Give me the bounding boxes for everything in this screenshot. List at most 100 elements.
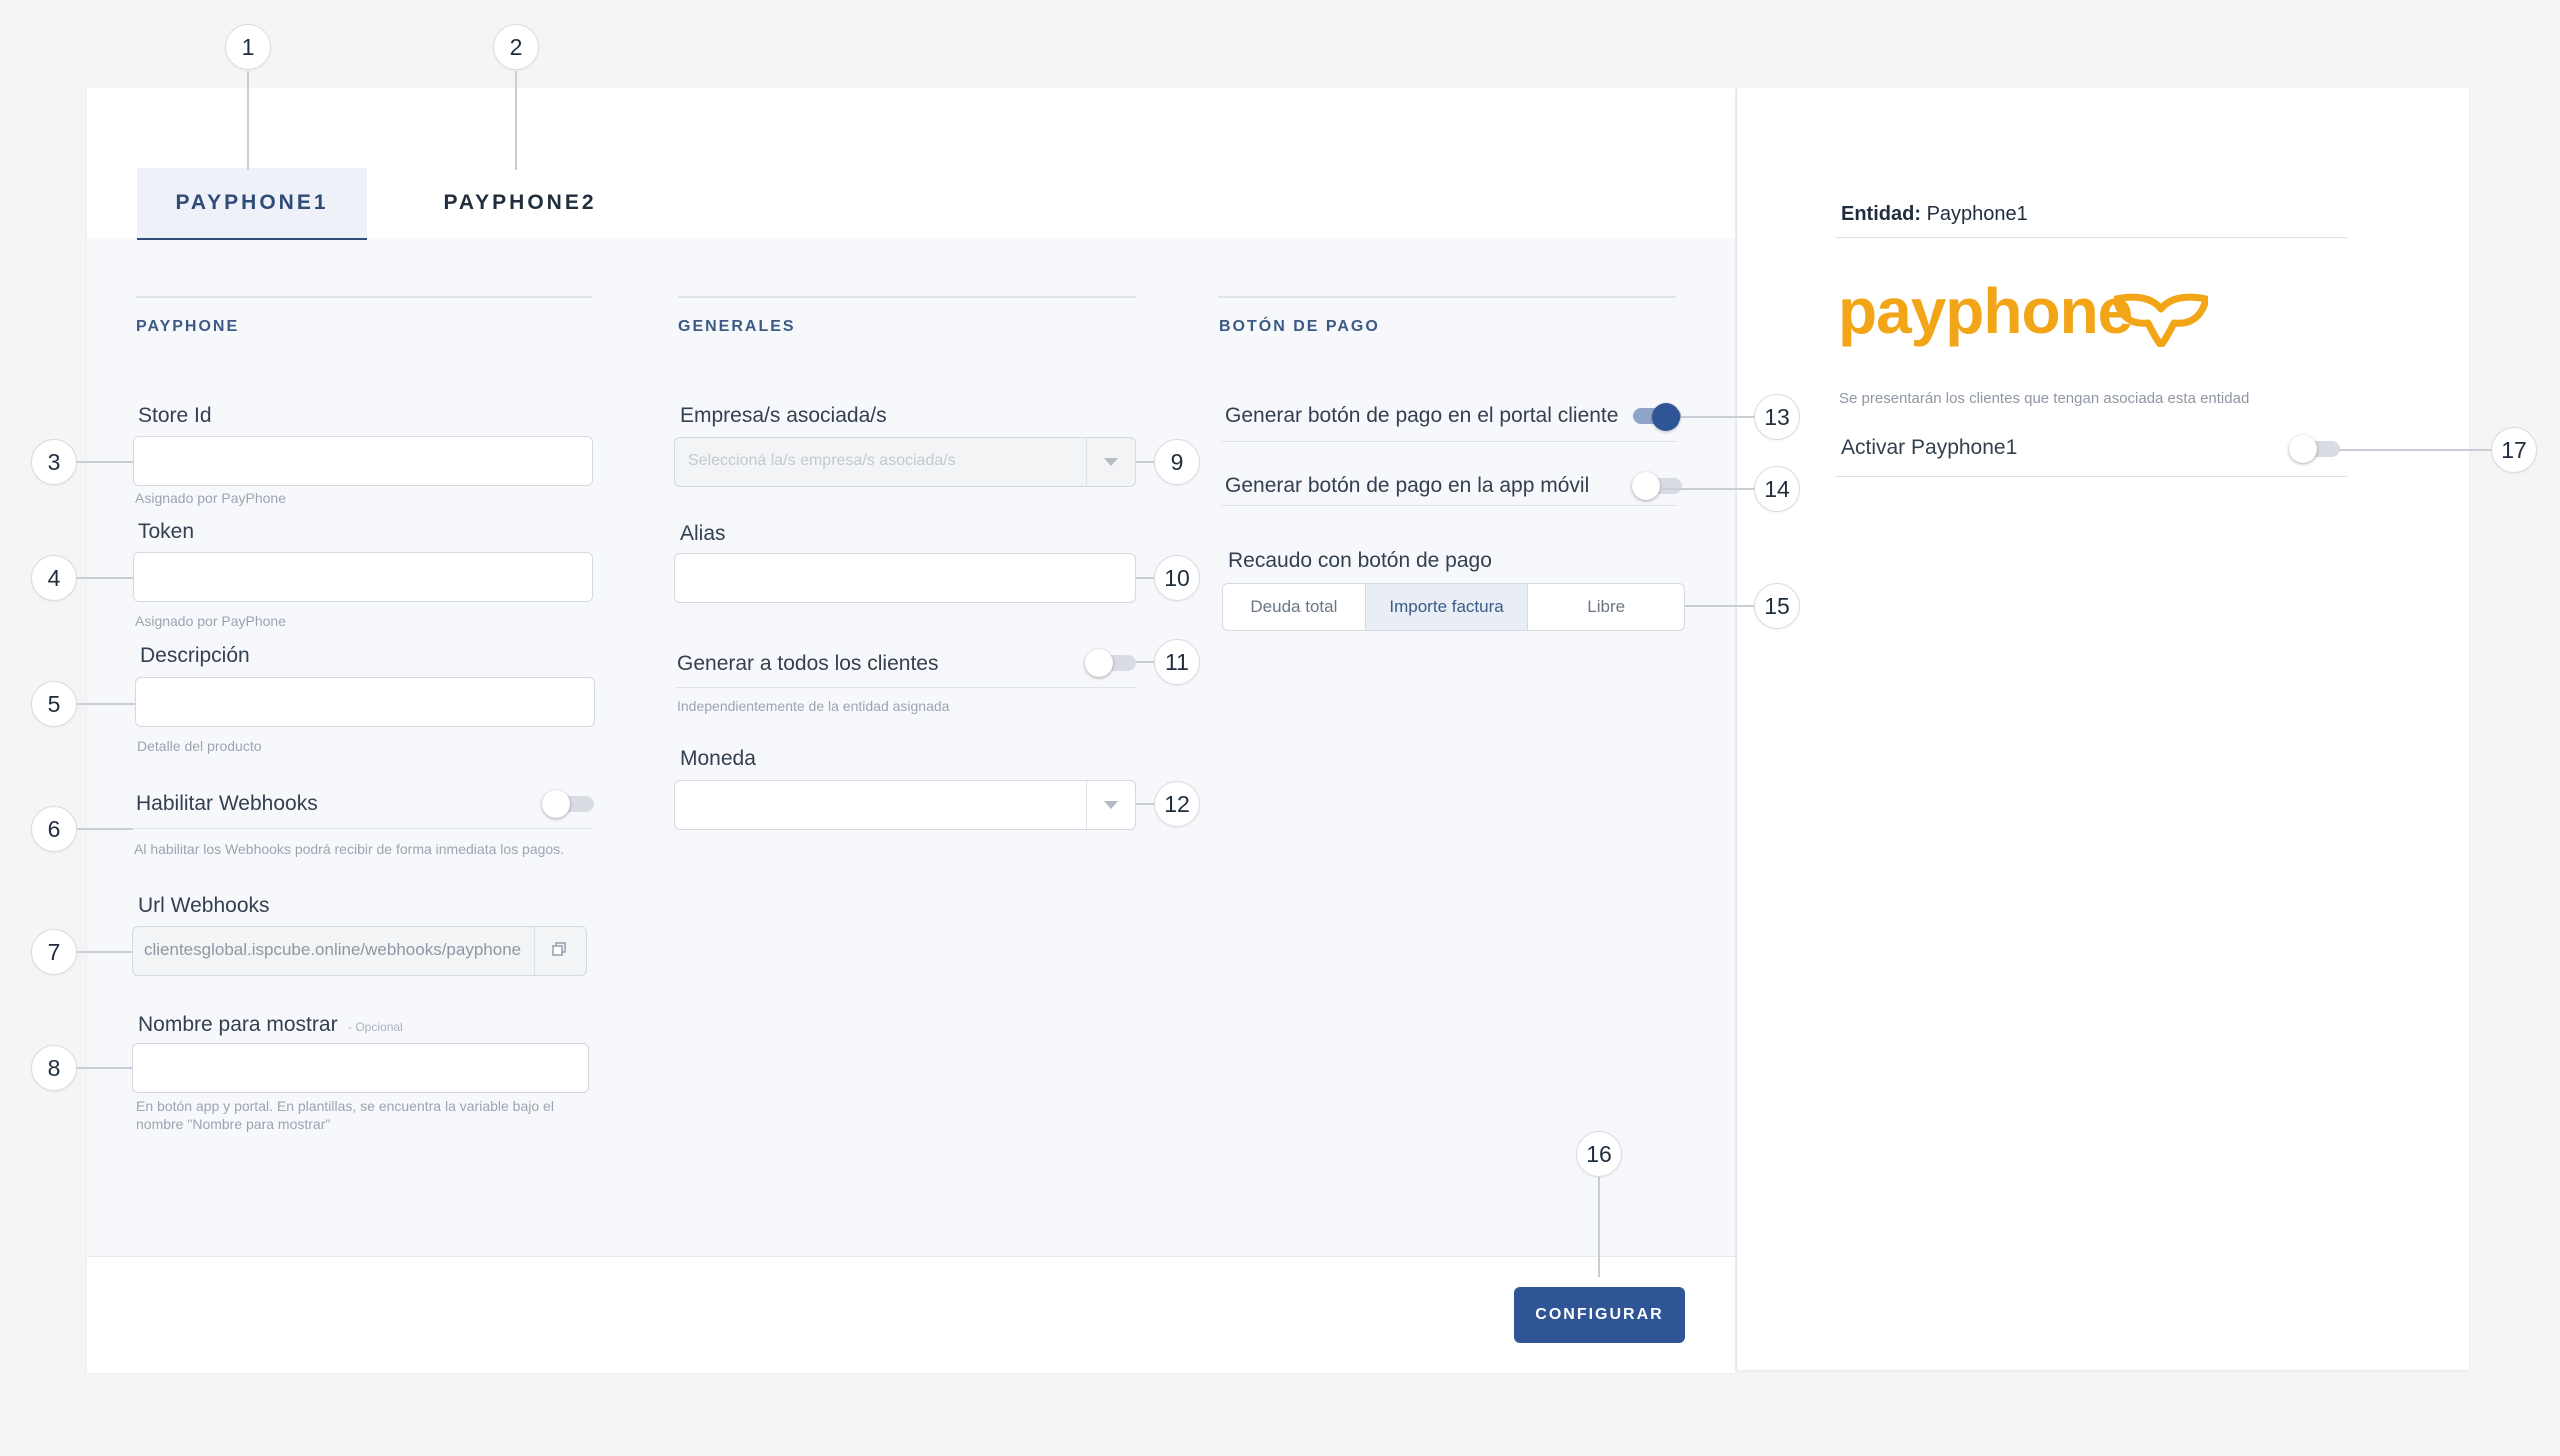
divider <box>1086 781 1087 829</box>
callout-line <box>75 828 133 830</box>
portal-cliente-toggle-knob[interactable] <box>1652 403 1680 431</box>
entidad-line: Entidad: Payphone1 <box>1841 203 2028 226</box>
webhooks-toggle-knob[interactable] <box>542 790 570 818</box>
divider <box>1835 237 2347 238</box>
callout-line <box>247 71 249 170</box>
footer-bar <box>87 1256 1735 1373</box>
callout-line <box>75 703 135 705</box>
callout-7: 7 <box>31 929 77 975</box>
store-id-help: Asignado por PayPhone <box>135 490 286 506</box>
callout-line <box>75 1067 132 1069</box>
url-webhooks-label: Url Webhooks <box>138 894 270 917</box>
callout-line <box>75 461 133 463</box>
store-id-label: Store Id <box>138 404 212 427</box>
callout-line <box>75 577 133 579</box>
callout-17: 17 <box>2491 427 2537 473</box>
empresas-placeholder: Seleccioná la/s empresa/s asociada/s <box>688 452 956 469</box>
callout-line <box>1136 577 1156 579</box>
recaudo-label: Recaudo con botón de pago <box>1228 549 1492 572</box>
callout-15: 15 <box>1754 583 1800 629</box>
divider <box>1086 438 1087 486</box>
token-help: Asignado por PayPhone <box>135 613 286 629</box>
webhooks-label: Habilitar Webhooks <box>136 792 318 815</box>
configurar-button[interactable]: CONFIGURAR <box>1514 1287 1685 1343</box>
optional-tag: - Opcional <box>348 1020 403 1034</box>
webhooks-help: Al habilitar los Webhooks podrá recibir … <box>134 841 565 857</box>
descripcion-label: Descripción <box>140 644 250 667</box>
callout-16: 16 <box>1576 1131 1622 1177</box>
callout-line <box>1136 803 1156 805</box>
generar-todos-toggle-knob[interactable] <box>1085 649 1113 677</box>
nombre-mostrar-input[interactable] <box>132 1043 589 1093</box>
divider <box>133 828 593 829</box>
callout-3: 3 <box>31 439 77 485</box>
section-divider <box>136 296 592 298</box>
divider <box>675 687 1136 688</box>
nombre-mostrar-help: En botón app y portal. En plantillas, se… <box>136 1098 554 1132</box>
entidad-label: Entidad: <box>1841 203 1921 225</box>
moneda-label: Moneda <box>680 747 756 770</box>
callout-line <box>75 951 132 953</box>
callout-line <box>2339 449 2493 451</box>
generar-todos-help: Independientemente de la entidad asignad… <box>677 698 950 714</box>
nombre-mostrar-label: Nombre para mostrar <box>138 1013 338 1036</box>
callout-14: 14 <box>1754 466 1800 512</box>
callout-line <box>1681 416 1755 418</box>
callout-2: 2 <box>493 24 539 70</box>
alias-label: Alias <box>680 522 726 545</box>
callout-line <box>1685 605 1756 607</box>
recaudo-option-importe-factura[interactable]: Importe factura <box>1364 584 1529 630</box>
chevron-down-icon[interactable] <box>1104 801 1118 809</box>
tab-payphone2[interactable]: PAYPHONE2 <box>410 168 630 238</box>
copy-icon[interactable] <box>551 941 567 957</box>
callout-line <box>1136 661 1156 663</box>
chevron-down-icon[interactable] <box>1104 458 1118 466</box>
activar-label: Activar Payphone1 <box>1841 436 2018 459</box>
divider <box>1835 476 2347 477</box>
section-title-generales: GENERALES <box>678 318 796 335</box>
callout-line <box>1598 1177 1600 1277</box>
section-title-boton-pago: BOTÓN DE PAGO <box>1219 318 1380 335</box>
recaudo-segmented-control[interactable]: Deuda total Importe factura Libre <box>1222 583 1685 631</box>
tab-payphone1[interactable]: PAYPHONE1 <box>137 168 367 240</box>
portal-cliente-label: Generar botón de pago en el portal clien… <box>1225 404 1619 427</box>
recaudo-option-libre[interactable]: Libre <box>1528 584 1684 630</box>
callout-13: 13 <box>1754 394 1800 440</box>
callout-line <box>1662 488 1756 490</box>
payphone-logo-icon <box>2112 291 2210 349</box>
recaudo-option-deuda-total[interactable]: Deuda total <box>1223 584 1365 630</box>
activar-toggle-knob[interactable] <box>2289 435 2317 463</box>
callout-12: 12 <box>1154 781 1200 827</box>
callout-11: 11 <box>1154 639 1200 685</box>
section-title-payphone: PAYPHONE <box>136 318 240 335</box>
nombre-mostrar-label-wrap: Nombre para mostrar - Opcional <box>138 1013 403 1037</box>
entidad-value: Payphone1 <box>1926 203 2028 225</box>
callout-8: 8 <box>31 1045 77 1091</box>
callout-1: 1 <box>225 24 271 70</box>
callout-9: 9 <box>1154 439 1200 485</box>
generar-todos-label: Generar a todos los clientes <box>677 652 939 675</box>
token-label: Token <box>138 520 195 543</box>
alias-input[interactable] <box>674 553 1136 603</box>
callout-5: 5 <box>31 681 77 727</box>
url-webhooks-value: clientesglobal.ispcube.online/webhooks/p… <box>144 940 522 959</box>
store-id-input[interactable] <box>133 436 593 486</box>
token-input[interactable] <box>133 552 593 602</box>
app-movil-toggle-knob[interactable] <box>1632 472 1660 500</box>
callout-10: 10 <box>1154 555 1200 601</box>
section-divider <box>678 296 1136 298</box>
moneda-select[interactable] <box>674 780 1136 830</box>
callout-6: 6 <box>31 806 77 852</box>
descripcion-input[interactable] <box>135 677 595 727</box>
divider <box>1222 441 1677 442</box>
divider <box>534 927 535 975</box>
empresas-label: Empresa/s asociada/s <box>680 404 887 427</box>
entity-note: Se presentarán los clientes que tengan a… <box>1839 390 2250 407</box>
callout-4: 4 <box>31 555 77 601</box>
callout-line <box>515 71 517 170</box>
section-divider <box>1218 296 1676 298</box>
divider <box>1222 505 1677 506</box>
payphone-logo: payphone <box>1838 275 2133 347</box>
callout-line <box>1136 461 1156 463</box>
app-movil-label: Generar botón de pago en la app móvil <box>1225 474 1590 497</box>
